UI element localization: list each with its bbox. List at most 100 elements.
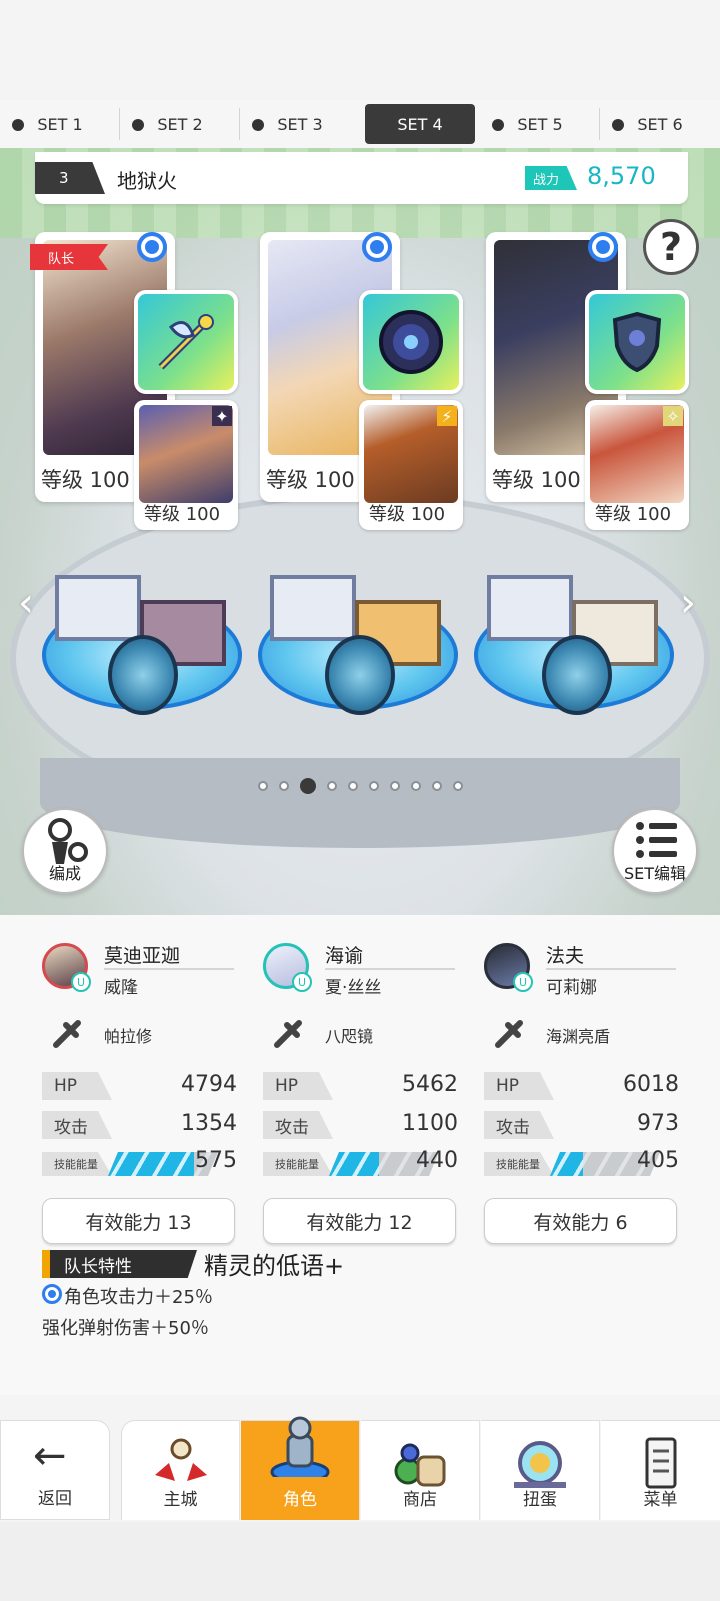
sub-hero-name: 可莉娜: [546, 978, 597, 998]
nav-gacha[interactable]: 扭蛋: [481, 1420, 600, 1520]
hero-level: 等级 100: [266, 468, 355, 492]
page-dot[interactable]: [348, 781, 358, 791]
leader-trait-effect-1: 角色攻击力＋25％: [64, 1287, 213, 1308]
sub-hero-card-1[interactable]: ✦ 等级 100: [134, 400, 238, 530]
avatar[interactable]: U: [484, 943, 533, 992]
carousel-next-arrow[interactable]: ›: [680, 580, 696, 626]
skill-energy-fill: [108, 1152, 194, 1176]
page-dot[interactable]: [258, 781, 268, 791]
screen-root: { "set_tabs": ["SET 1", "SET 2", "SET 3"…: [0, 0, 720, 1601]
formation-button[interactable]: 编成: [22, 808, 108, 894]
sub-hero-level: 等级 100: [144, 504, 221, 525]
page-dot[interactable]: [411, 781, 421, 791]
page-dot-active[interactable]: [300, 778, 316, 794]
character-statue-icon: [270, 1416, 330, 1477]
unselected-dot-icon: [12, 119, 24, 131]
nav-label: 扭蛋: [523, 1490, 557, 1510]
hp-value: 6018: [623, 1072, 679, 1097]
equip-card-1[interactable]: [134, 290, 238, 394]
pixel-mirror-sprite: [108, 635, 178, 715]
dark-element-icon: ✦: [212, 406, 232, 426]
tab-label: SET 4: [397, 114, 443, 134]
nav-menu[interactable]: 菜单: [601, 1420, 720, 1520]
hp-row: HP 6018: [484, 1072, 679, 1102]
page-dot[interactable]: [327, 781, 337, 791]
name-divider: [546, 968, 676, 970]
carousel-pagination: [258, 778, 463, 794]
halberd-weapon-icon: [158, 314, 214, 370]
attack-row: 攻击 1354: [42, 1111, 237, 1141]
skill-energy-label: 技能能量: [42, 1152, 112, 1176]
hero-level: 等级 100: [492, 468, 581, 492]
select-radio-icon[interactable]: [137, 232, 167, 262]
skill-energy-value: 440: [416, 1148, 458, 1173]
power-value: 8,570: [587, 162, 656, 190]
select-radio-icon[interactable]: [362, 232, 392, 262]
dais-front-wall: [40, 758, 680, 848]
nav-shop[interactable]: 商店: [361, 1420, 480, 1520]
set-edit-label: SET编辑: [623, 864, 687, 883]
help-button[interactable]: ?: [643, 219, 699, 275]
tab-set-2[interactable]: SET 2: [120, 104, 240, 144]
magic-mirror-icon: [379, 310, 443, 374]
shell-shield-icon: [612, 311, 662, 373]
effective-ability-button[interactable]: 有效能力 12: [263, 1198, 456, 1244]
carousel-prev-arrow[interactable]: ‹: [18, 580, 34, 626]
attack-row: 攻击 1100: [263, 1111, 458, 1141]
page-dot[interactable]: [369, 781, 379, 791]
hp-label: HP: [42, 1072, 112, 1100]
sub-hero-name: 夏·丝丝: [325, 978, 382, 998]
sub-hero-level: 等级 100: [369, 504, 446, 525]
sub-hero-name: 威隆: [104, 978, 138, 998]
skill-energy-fill: [550, 1152, 583, 1176]
light-element-icon: ✧: [663, 406, 683, 426]
tab-label: SET 1: [37, 114, 83, 134]
sub-hero-card-2[interactable]: ⚡ 等级 100: [359, 400, 463, 530]
unit-badge-icon: U: [292, 972, 312, 992]
team-name[interactable]: 地狱火: [117, 165, 177, 194]
page-dot[interactable]: [432, 781, 442, 791]
hero-level: 等级 100: [41, 468, 130, 492]
skill-energy-label: 技能能量: [484, 1152, 554, 1176]
set-edit-button[interactable]: SET编辑: [612, 808, 698, 894]
pixel-shield-sprite: [542, 635, 612, 715]
gacha-crystal-icon: [514, 1441, 566, 1488]
bottom-navigation: ← 返回 主城 角色 商店 扭蛋 菜单: [0, 1416, 720, 1522]
effective-ability-button[interactable]: 有效能力 13: [42, 1198, 235, 1244]
sub-hero-level: 等级 100: [595, 504, 672, 525]
select-radio-icon[interactable]: [588, 232, 618, 262]
leader-trait-label: 队长特性: [42, 1250, 197, 1278]
skill-energy-value: 575: [195, 1148, 237, 1173]
attack-label: 攻击: [263, 1111, 333, 1139]
tab-label: SET 3: [277, 114, 323, 134]
effective-ability-button[interactable]: 有效能力 6: [484, 1198, 677, 1244]
equip-card-2[interactable]: [359, 290, 463, 394]
page-dot[interactable]: [453, 781, 463, 791]
page-dot[interactable]: [390, 781, 400, 791]
page-dot[interactable]: [279, 781, 289, 791]
tab-set-5[interactable]: SET 5: [480, 104, 600, 144]
tab-set-3[interactable]: SET 3: [240, 104, 360, 144]
main-city-icon: [154, 1438, 207, 1481]
unselected-dot-icon: [132, 119, 144, 131]
equip-card-3[interactable]: [585, 290, 689, 394]
skill-energy-fill: [329, 1152, 379, 1176]
tab-set-4[interactable]: SET 4: [365, 104, 475, 144]
unselected-dot-icon: [492, 119, 504, 131]
skill-energy-value: 405: [637, 1148, 679, 1173]
power-label: 战力: [525, 166, 577, 190]
avatar[interactable]: U: [42, 943, 91, 992]
tab-set-6[interactable]: SET 6: [600, 104, 720, 144]
nav-label: 商店: [403, 1490, 437, 1510]
tab-set-1[interactable]: SET 1: [0, 104, 120, 144]
hp-value: 4794: [181, 1072, 237, 1097]
sub-hero-card-3[interactable]: ✧ 等级 100: [585, 400, 689, 530]
nav-main-city[interactable]: 主城: [121, 1420, 240, 1520]
set-tabs: SET 1 SET 2 SET 3 SET 4 SET 5 SET 6: [0, 100, 720, 148]
nav-character[interactable]: 角色: [241, 1416, 360, 1520]
back-button[interactable]: ← 返回: [0, 1420, 110, 1520]
skill-energy-label: 技能能量: [263, 1152, 333, 1176]
tab-label: SET 2: [157, 114, 203, 134]
avatar[interactable]: U: [263, 943, 312, 992]
weapon-slot-icon: [53, 1020, 81, 1048]
